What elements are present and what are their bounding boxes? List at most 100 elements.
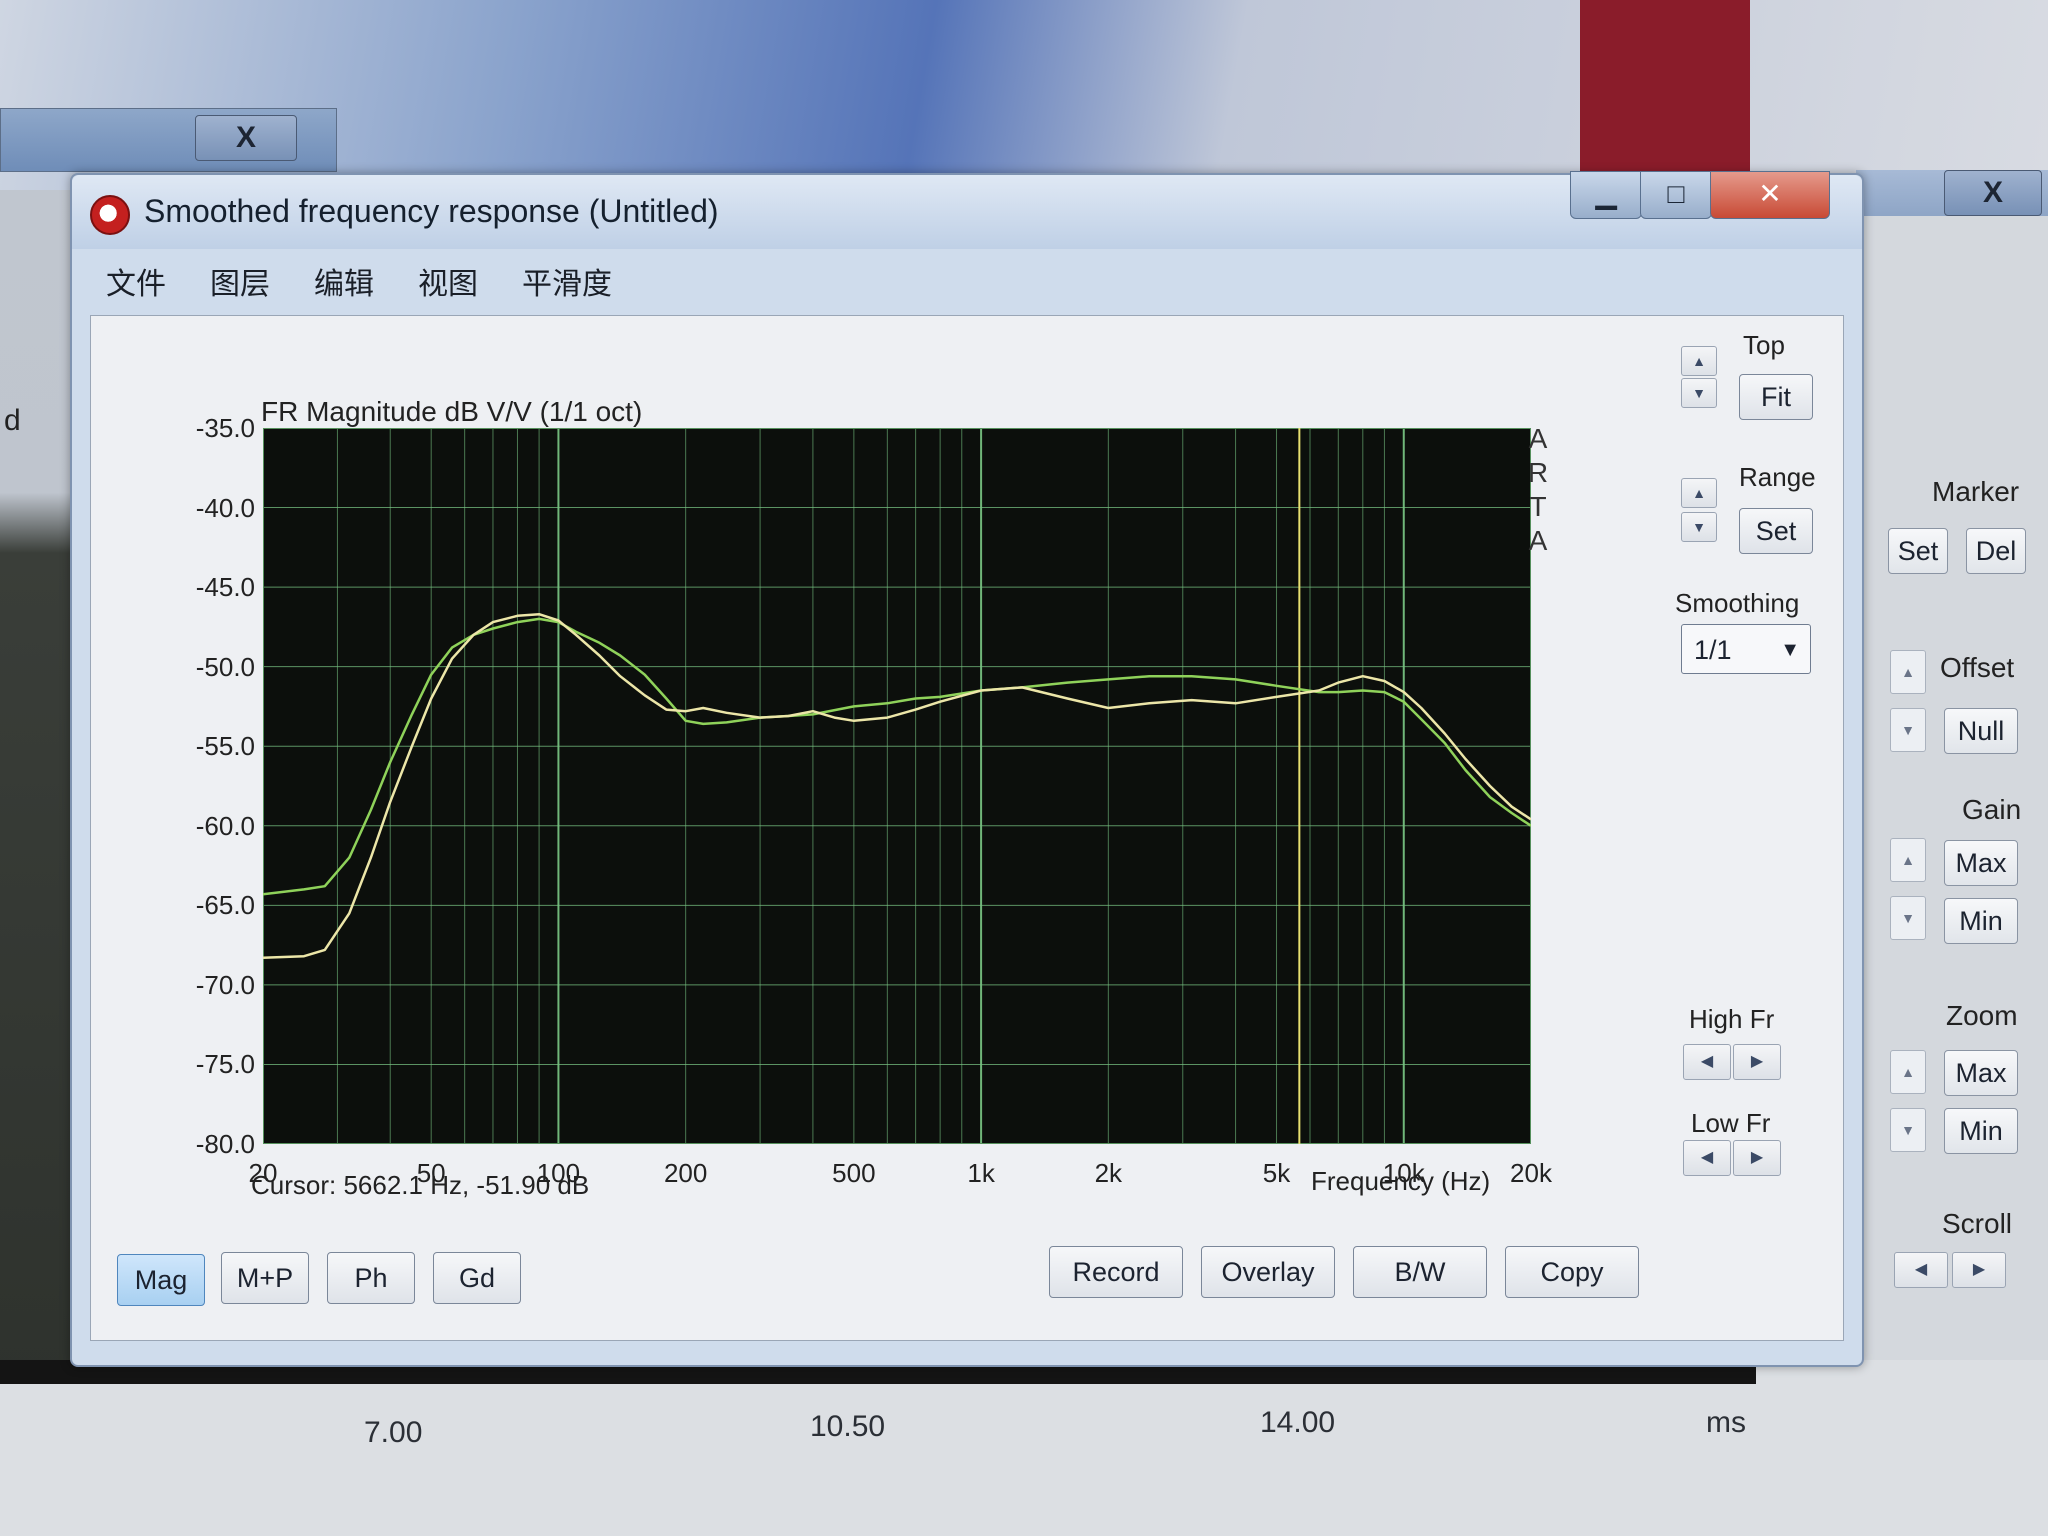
y-tick-label: -35.0 bbox=[195, 413, 255, 443]
group-delay-view-button[interactable]: Gd bbox=[433, 1252, 521, 1304]
timeline-tick: 10.50 bbox=[810, 1410, 886, 1443]
gain-max-button[interactable]: Max bbox=[1944, 840, 2018, 886]
range-up-arrow-icon[interactable]: ▲ bbox=[1681, 478, 1717, 508]
smoothing-select[interactable]: 1/1 ▼ bbox=[1681, 624, 1811, 674]
background-side-label: d bbox=[4, 404, 21, 437]
top-down-arrow-icon[interactable]: ▼ bbox=[1681, 378, 1717, 408]
chevron-down-icon: ▼ bbox=[1780, 639, 1800, 661]
menu-view[interactable]: 视图 bbox=[418, 259, 478, 303]
smoothing-value: 1/1 bbox=[1694, 635, 1732, 665]
bw-button[interactable]: B/W bbox=[1353, 1246, 1487, 1298]
chart-client-area: FR Magnitude dB V/V (1/1 oct) A R T A Cu… bbox=[90, 315, 1844, 1341]
window-titlebar[interactable]: Smoothed frequency response (Untitled) ▁… bbox=[72, 171, 1862, 249]
minimize-icon: ▁ bbox=[1595, 178, 1617, 209]
background-window-titlebar-right: X bbox=[1856, 170, 2048, 216]
background-timeline bbox=[0, 1360, 2048, 1536]
close-button[interactable]: ✕ bbox=[1710, 171, 1830, 219]
gain-min-button[interactable]: Min bbox=[1944, 898, 2018, 944]
null-button[interactable]: Null bbox=[1944, 708, 2018, 754]
offset-up-arrow-icon[interactable]: ▲ bbox=[1890, 650, 1926, 694]
y-tick-label: -65.0 bbox=[195, 890, 255, 921]
gain-up-arrow-icon[interactable]: ▲ bbox=[1890, 838, 1926, 882]
y-tick-label: -50.0 bbox=[195, 651, 255, 682]
x-tick-label: 20 bbox=[248, 1158, 278, 1188]
scroll-left-arrow-icon[interactable]: ◀ bbox=[1894, 1252, 1948, 1288]
gain-down-arrow-icon[interactable]: ▼ bbox=[1890, 896, 1926, 940]
zoom-label: Zoom bbox=[1946, 1000, 2018, 1031]
marker-set-button[interactable]: Set bbox=[1888, 528, 1948, 574]
close-icon: ✕ bbox=[1758, 178, 1782, 209]
zoom-max-button[interactable]: Max bbox=[1944, 1050, 2018, 1096]
offset-label: Offset bbox=[1940, 652, 2015, 683]
menu-layers[interactable]: 图层 bbox=[210, 259, 270, 303]
zoom-min-button[interactable]: Min bbox=[1944, 1108, 2018, 1154]
mag-phase-view-button[interactable]: M+P bbox=[221, 1252, 309, 1304]
brand-letter: A bbox=[1528, 423, 1548, 454]
mag-view-button[interactable]: Mag bbox=[117, 1254, 205, 1306]
x-tick-label: 100 bbox=[536, 1158, 581, 1188]
y-tick-label: -60.0 bbox=[195, 810, 255, 841]
background-close-button-right[interactable]: X bbox=[1944, 170, 2042, 216]
menu-edit[interactable]: 编辑 bbox=[314, 259, 374, 303]
copy-button[interactable]: Copy bbox=[1505, 1246, 1639, 1298]
menu-smoothing[interactable]: 平滑度 bbox=[522, 259, 612, 303]
gain-label: Gain bbox=[1962, 794, 2022, 825]
timeline-unit: ms bbox=[1706, 1406, 1746, 1439]
smoothing-label: Smoothing bbox=[1675, 588, 1800, 618]
x-tick-label: 2k bbox=[1094, 1158, 1123, 1188]
high-fr-right-arrow-icon[interactable]: ▶ bbox=[1733, 1044, 1781, 1080]
background-object bbox=[1580, 0, 1750, 190]
marker-del-button[interactable]: Del bbox=[1966, 528, 2026, 574]
timeline-tick: 14.00 bbox=[1260, 1406, 1336, 1439]
low-fr-right-arrow-icon[interactable]: ▶ bbox=[1733, 1140, 1781, 1176]
maximize-icon: □ bbox=[1667, 178, 1685, 209]
x-tick-label: 5k bbox=[1262, 1158, 1291, 1188]
fit-button[interactable]: Fit bbox=[1739, 374, 1813, 420]
x-tick-label: 20k bbox=[1510, 1158, 1552, 1188]
minimize-button[interactable]: ▁ bbox=[1570, 171, 1642, 219]
brand-letter: A bbox=[1528, 525, 1548, 556]
scroll-label: Scroll bbox=[1942, 1208, 2013, 1239]
maximize-button[interactable]: □ bbox=[1640, 171, 1712, 219]
overlay-button[interactable]: Overlay bbox=[1201, 1246, 1335, 1298]
range-label: Range bbox=[1739, 462, 1816, 492]
x-tick-label: 200 bbox=[663, 1158, 708, 1188]
y-tick-label: -55.0 bbox=[195, 731, 255, 762]
high-fr-label: High Fr bbox=[1689, 1004, 1775, 1034]
top-label: Top bbox=[1743, 330, 1785, 360]
smoothed-frequency-response-window: Smoothed frequency response (Untitled) ▁… bbox=[70, 171, 1864, 1367]
arta-app-icon bbox=[90, 195, 130, 235]
window-title: Smoothed frequency response (Untitled) bbox=[144, 193, 719, 229]
timeline-tick: 7.00 bbox=[364, 1416, 423, 1449]
zoom-down-arrow-icon[interactable]: ▼ bbox=[1890, 1108, 1926, 1152]
low-fr-label: Low Fr bbox=[1691, 1108, 1771, 1138]
top-up-arrow-icon[interactable]: ▲ bbox=[1681, 346, 1717, 376]
scroll-right-arrow-icon[interactable]: ▶ bbox=[1952, 1252, 2006, 1288]
x-tick-label: 10k bbox=[1382, 1158, 1425, 1188]
x-tick-label: 500 bbox=[832, 1158, 876, 1188]
x-tick-label: 50 bbox=[416, 1158, 446, 1188]
range-set-button[interactable]: Set bbox=[1739, 508, 1813, 554]
offset-down-arrow-icon[interactable]: ▼ bbox=[1890, 708, 1926, 752]
menu-file[interactable]: 文件 bbox=[106, 259, 166, 303]
record-button[interactable]: Record bbox=[1049, 1246, 1183, 1298]
y-tick-label: -40.0 bbox=[195, 492, 255, 523]
y-tick-label: -75.0 bbox=[195, 1049, 255, 1080]
brand-letter: T bbox=[1529, 491, 1547, 522]
background-window-titlebar: X bbox=[0, 108, 337, 172]
x-tick-label: 1k bbox=[967, 1158, 995, 1188]
high-fr-left-arrow-icon[interactable]: ◀ bbox=[1683, 1044, 1731, 1080]
marker-label: Marker bbox=[1932, 476, 2020, 507]
range-down-arrow-icon[interactable]: ▼ bbox=[1681, 512, 1717, 542]
y-tick-label: -70.0 bbox=[195, 969, 255, 1000]
y-tick-label: -80.0 bbox=[195, 1129, 255, 1159]
chart-title: FR Magnitude dB V/V (1/1 oct) bbox=[261, 396, 643, 427]
y-tick-label: -45.0 bbox=[195, 572, 255, 603]
low-fr-left-arrow-icon[interactable]: ◀ bbox=[1683, 1140, 1731, 1176]
menu-bar: 文件 图层 编辑 视图 平滑度 bbox=[84, 255, 1844, 301]
zoom-up-arrow-icon[interactable]: ▲ bbox=[1890, 1050, 1926, 1094]
frequency-response-plot[interactable] bbox=[263, 428, 1531, 1144]
plot-background bbox=[263, 428, 1531, 1144]
phase-view-button[interactable]: Ph bbox=[327, 1252, 415, 1304]
background-close-button[interactable]: X bbox=[195, 115, 297, 161]
